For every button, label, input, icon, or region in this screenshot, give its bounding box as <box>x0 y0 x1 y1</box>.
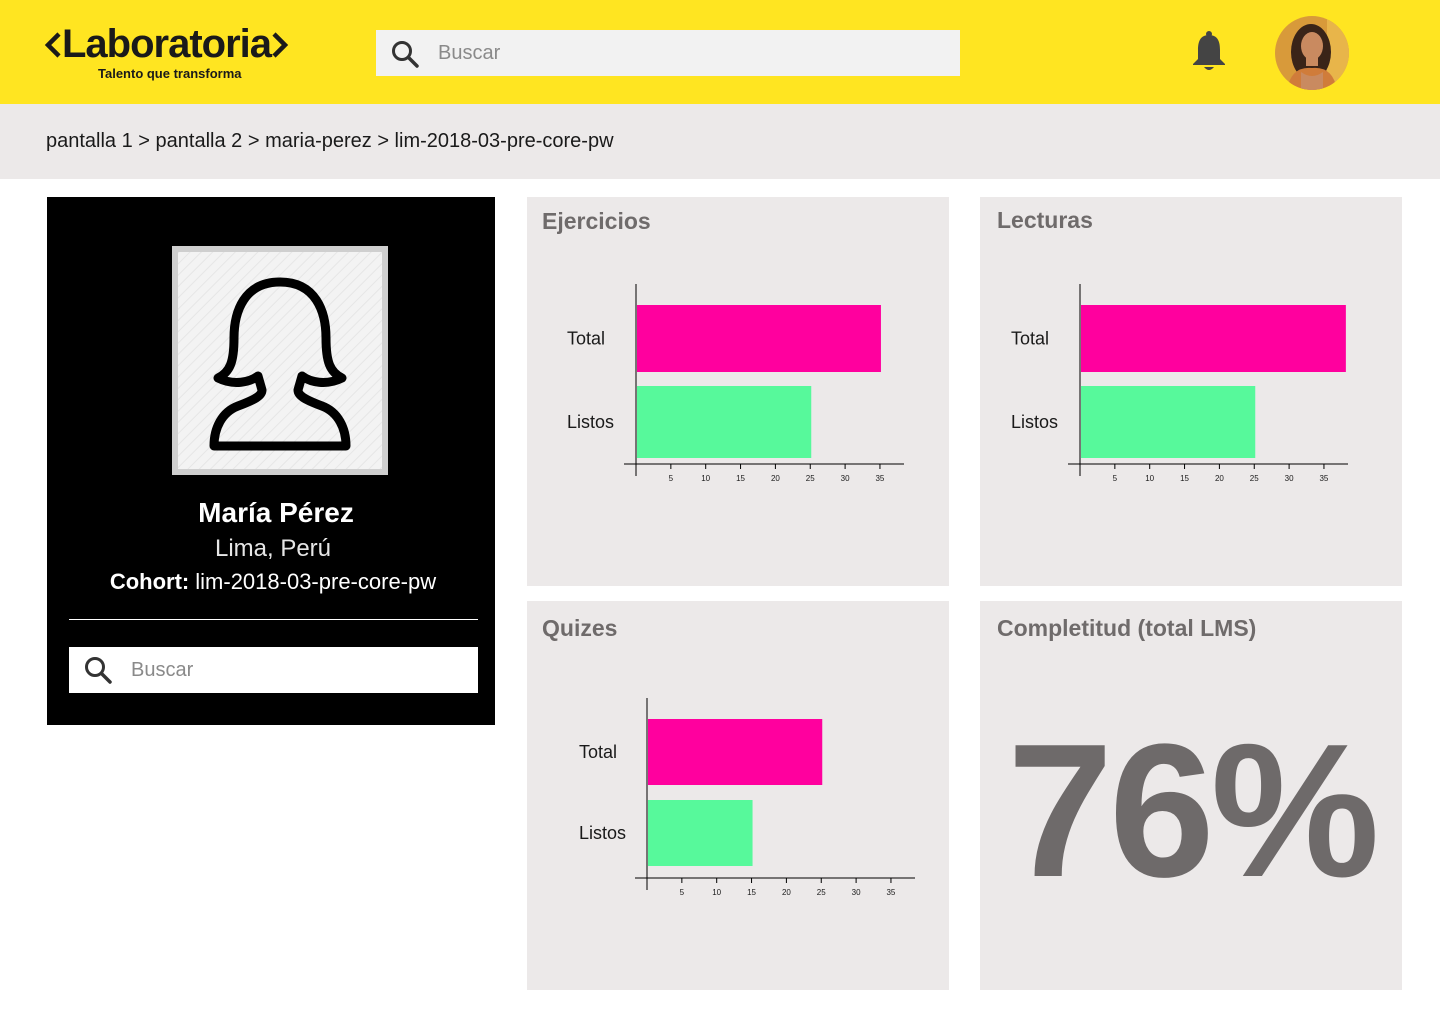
x-tick-label: 15 <box>1180 474 1189 483</box>
x-tick-label: 30 <box>841 474 850 483</box>
ejercicios-chart: Total Listos 5 10 15 20 25 30 35 <box>567 284 904 483</box>
x-tick-label: 20 <box>782 888 791 897</box>
category-label-listos: Listos <box>1011 412 1058 432</box>
category-label-total: Total <box>579 742 617 762</box>
quizes-card: Quizes Total Listos 5 10 15 20 25 30 35 <box>527 601 949 990</box>
completitud-title: Completitud (total LMS) <box>997 615 1257 641</box>
notification-bell-icon[interactable] <box>1190 30 1228 72</box>
x-tick-label: 5 <box>1113 474 1118 483</box>
x-tick-label: 25 <box>817 888 826 897</box>
bar-listos <box>637 386 812 458</box>
x-tick-label: 20 <box>1215 474 1224 483</box>
bar-total <box>1081 305 1346 372</box>
x-tick-label: 15 <box>747 888 756 897</box>
profile-photo-frame <box>172 246 388 475</box>
cohort-label: Cohort: <box>109 569 190 594</box>
student-profile-card: María Pérez Lima, Perú Cohort: lim-2018-0… <box>47 197 495 725</box>
bar-total <box>637 305 881 372</box>
category-label-total: Total <box>567 329 605 349</box>
completitud-percentage: 76% <box>1007 705 1379 917</box>
student-name: María Pérez <box>198 497 354 528</box>
user-avatar[interactable] <box>1275 16 1349 90</box>
x-tick-label: 10 <box>701 474 710 483</box>
top-search-input[interactable] <box>438 30 938 76</box>
x-tick-label: 5 <box>680 888 685 897</box>
ejercicios-card: Ejercicios Total Listos 5 10 15 20 25 30 35 <box>527 197 949 586</box>
x-tick-label: 35 <box>875 474 884 483</box>
user-silhouette-icon <box>178 252 382 469</box>
profile-divider <box>69 619 478 620</box>
x-tick-label: 25 <box>1250 474 1259 483</box>
profile-search-bar[interactable] <box>69 647 478 693</box>
search-icon[interactable] <box>390 39 420 69</box>
lecturas-card: Lecturas Total Listos 5 10 15 20 25 30 35 <box>980 197 1402 586</box>
x-tick-label: 10 <box>712 888 721 897</box>
category-label-total: Total <box>1011 329 1049 349</box>
x-tick-label: 30 <box>852 888 861 897</box>
x-tick-label: 10 <box>1145 474 1154 483</box>
completitud-card: Completitud (total LMS) 76% <box>980 601 1402 990</box>
x-tick-label: 35 <box>1319 474 1328 483</box>
logo-wordmark: Laboratoria <box>44 22 289 66</box>
logo-text: Laboratoria <box>62 22 272 66</box>
avatar-photo <box>1275 16 1349 90</box>
profile-photo <box>178 252 382 469</box>
logo-tagline: Talento que transforma <box>98 66 242 81</box>
profile-search-input[interactable] <box>131 647 461 693</box>
student-location: Lima, Perú <box>214 535 332 562</box>
bar-listos <box>648 800 753 866</box>
quizes-chart: Total Listos 5 10 15 20 25 30 35 <box>579 698 915 897</box>
x-tick-label: 5 <box>669 474 674 483</box>
bar-total <box>648 719 823 785</box>
x-tick-label: 15 <box>736 474 745 483</box>
top-search-bar[interactable] <box>376 30 960 76</box>
x-tick-label: 30 <box>1285 474 1294 483</box>
bar-listos <box>1081 386 1256 458</box>
category-label-listos: Listos <box>567 412 614 432</box>
chevron-right-icon <box>272 32 289 58</box>
x-tick-label: 20 <box>771 474 780 483</box>
lecturas-chart: Total Listos 5 10 15 20 25 30 35 <box>1011 284 1348 483</box>
search-icon[interactable] <box>83 655 113 685</box>
cohort-value: lim-2018-03-pre-core-pw <box>195 569 437 594</box>
laboratoria-logo[interactable]: Laboratoria Talento que transforma <box>44 22 314 82</box>
x-tick-label: 25 <box>806 474 815 483</box>
breadcrumb[interactable]: pantalla 1 > pantalla 2 > maria-perez > … <box>46 130 614 153</box>
x-tick-label: 35 <box>886 888 895 897</box>
student-cohort: Cohort: lim-2018-03-pre-core-pw <box>47 569 499 595</box>
category-label-listos: Listos <box>579 823 626 843</box>
chevron-left-icon <box>44 32 61 58</box>
top-header: Laboratoria Talento que transforma <box>0 0 1440 104</box>
